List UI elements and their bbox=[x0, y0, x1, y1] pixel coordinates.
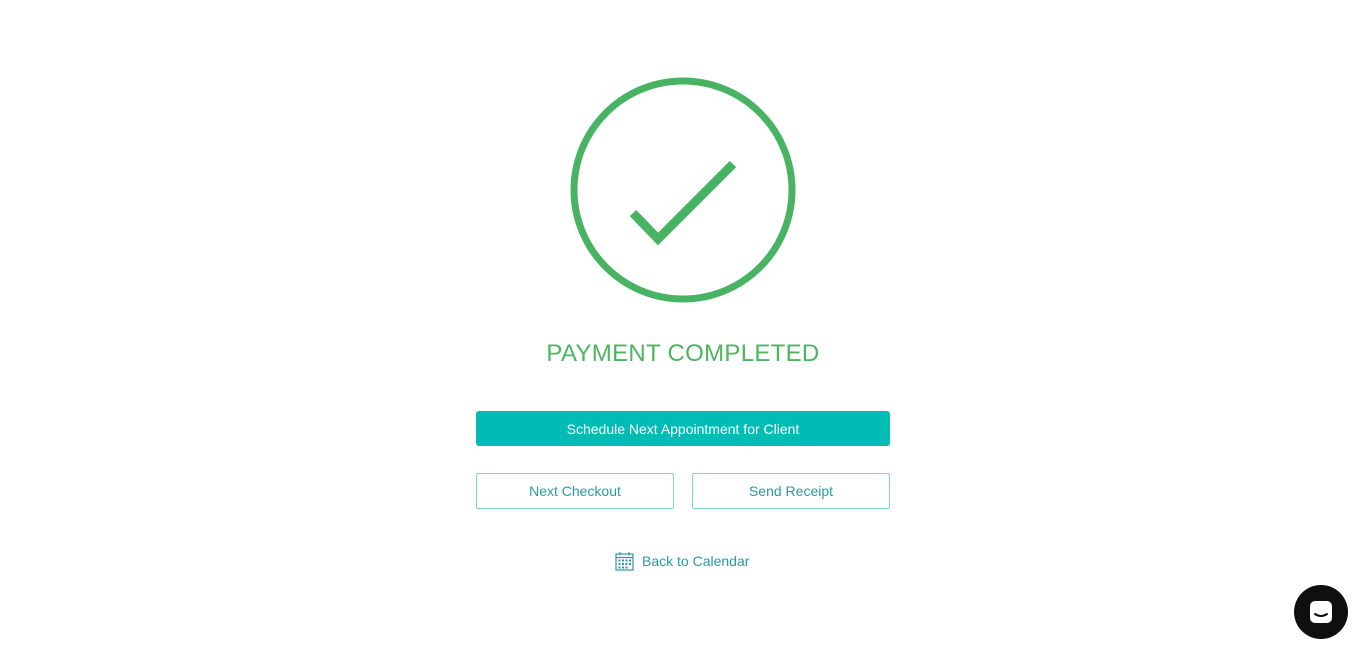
checkmark-circle-icon bbox=[570, 77, 796, 303]
chat-launcher-button[interactable] bbox=[1294, 585, 1348, 639]
next-checkout-button[interactable]: Next Checkout bbox=[476, 473, 674, 509]
back-to-calendar-label: Back to Calendar bbox=[642, 553, 750, 569]
back-to-calendar-link[interactable]: Back to Calendar bbox=[615, 550, 749, 572]
payment-complete-page: PAYMENT COMPLETED Schedule Next Appointm… bbox=[0, 0, 1366, 657]
calendar-icon bbox=[615, 552, 634, 571]
send-receipt-button[interactable]: Send Receipt bbox=[692, 473, 890, 509]
chat-icon bbox=[1310, 601, 1332, 623]
page-title: PAYMENT COMPLETED bbox=[546, 340, 820, 367]
schedule-next-appointment-button[interactable]: Schedule Next Appointment for Client bbox=[476, 411, 890, 446]
